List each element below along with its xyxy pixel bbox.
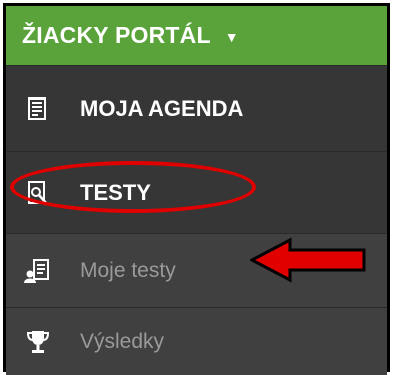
sidebar-item-label: Výsledky — [80, 330, 165, 353]
sidebar-item-label: TESTY — [80, 179, 151, 205]
sidebar-item-vysledky[interactable]: Výsledky — [6, 308, 387, 375]
my-tests-icon — [24, 257, 52, 285]
sidebar-item-label: MOJA AGENDA — [80, 95, 244, 121]
sidebar-item-testy[interactable]: TESTY — [6, 152, 387, 233]
portal-header[interactable]: ŽIACKY PORTÁL ▼ — [6, 6, 387, 65]
sidebar-item-label: Moje testy — [80, 259, 176, 282]
sidebar-item-moja-agenda[interactable]: MOJA AGENDA — [6, 66, 387, 151]
sidebar-item-moje-testy[interactable]: Moje testy — [6, 234, 387, 307]
sidebar-menu: ŽIACKY PORTÁL ▼ MOJA AGENDA TESTY Moje t… — [3, 3, 390, 375]
trophy-icon — [24, 328, 52, 356]
portal-title: ŽIACKY PORTÁL — [22, 22, 211, 48]
test-icon — [24, 179, 52, 207]
chevron-down-icon[interactable]: ▼ — [225, 30, 239, 44]
agenda-icon — [24, 95, 52, 123]
screenshot-frame: ŽIACKY PORTÁL ▼ MOJA AGENDA TESTY Moje t… — [0, 0, 393, 375]
